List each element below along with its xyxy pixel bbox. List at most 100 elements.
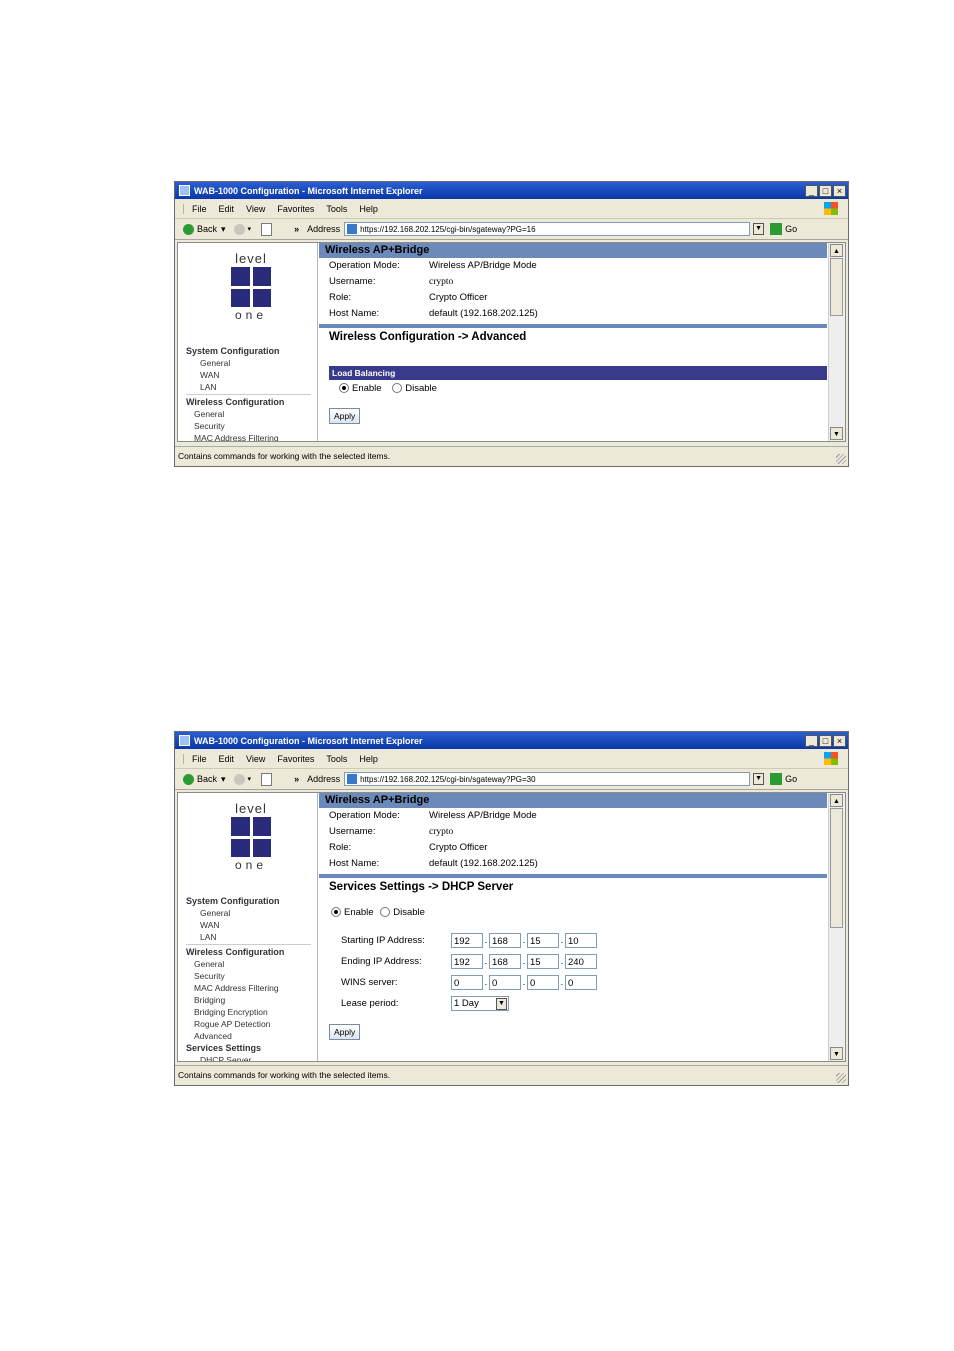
ending-ip-octet-4[interactable]: 240 — [565, 954, 597, 969]
ending-ip-octet-3[interactable]: 15 — [527, 954, 559, 969]
starting-ip-octet-2[interactable]: 168 — [489, 933, 521, 948]
nav-system-general[interactable]: General — [186, 357, 311, 369]
nav-wireless-configuration[interactable]: Wireless Configuration — [186, 946, 311, 958]
address-field[interactable]: https://192.168.202.125/cgi-bin/sgateway… — [344, 222, 751, 236]
info-key: Username: — [329, 826, 376, 837]
chevron-down-icon[interactable]: ▼ — [496, 997, 507, 1010]
wins-octet-2[interactable]: 0 — [489, 975, 521, 990]
menu-help[interactable]: Help — [359, 204, 378, 214]
nav-system-configuration[interactable]: System Configuration — [186, 895, 311, 907]
back-button[interactable]: Back ▾ — [183, 773, 226, 785]
levelone-logo: level one — [230, 251, 272, 322]
forward-button[interactable] — [233, 223, 245, 235]
menu-edit[interactable]: Edit — [219, 754, 235, 764]
nav-bridging[interactable]: Bridging — [186, 994, 311, 1006]
ending-ip-octet-1[interactable]: 192 — [451, 954, 483, 969]
nav-bridging-encryption[interactable]: Bridging Encryption — [186, 1006, 311, 1018]
nav-wireless-configuration[interactable]: Wireless Configuration — [186, 396, 311, 408]
scroll-up-icon[interactable]: ▲ — [830, 794, 843, 807]
maximize-button[interactable]: □ — [819, 734, 832, 747]
wins-octet-1[interactable]: 0 — [451, 975, 483, 990]
wins-octet-4[interactable]: 0 — [565, 975, 597, 990]
nav-mac-address-filtering[interactable]: MAC Address Filtering — [186, 982, 311, 994]
browser-window-dhcp: WAB-1000 Configuration - Microsoft Inter… — [174, 731, 849, 1086]
info-row: Role: Crypto Officer — [319, 840, 827, 856]
go-arrow-icon[interactable] — [770, 223, 783, 235]
nav-security[interactable]: Security — [186, 420, 311, 432]
apply-button[interactable]: Apply — [329, 408, 361, 424]
nav-security[interactable]: Security — [186, 970, 311, 982]
enable-radio[interactable] — [331, 907, 341, 918]
menu-favorites[interactable]: Favorites — [277, 204, 314, 214]
nav-advanced[interactable]: Advanced — [186, 1030, 311, 1042]
nav-mac-address-filtering[interactable]: MAC Address Filtering — [186, 432, 311, 441]
enable-radio[interactable] — [339, 383, 349, 394]
scroll-down-icon[interactable]: ▼ — [830, 427, 843, 440]
menu-tools[interactable]: Tools — [326, 754, 347, 764]
vertical-scrollbar[interactable]: ▲ ▼ — [828, 243, 845, 441]
resize-grip-icon[interactable] — [836, 454, 846, 464]
go-button[interactable]: Go — [785, 224, 797, 234]
menu-tools[interactable]: Tools — [326, 204, 347, 214]
info-key: Host Name: — [329, 308, 380, 319]
apply-button[interactable]: Apply — [329, 1024, 361, 1040]
address-field[interactable]: https://192.168.202.125/cgi-bin/sgateway… — [344, 772, 751, 786]
info-key: Role: — [329, 292, 352, 303]
menu-view[interactable]: View — [246, 204, 265, 214]
address-dropdown-icon[interactable]: ▼ — [753, 223, 765, 235]
nav-system-general[interactable]: General — [186, 907, 311, 919]
toolbar-chevron-icon[interactable]: » — [294, 774, 299, 784]
menu-bar: File Edit View Favorites Tools Help — [175, 199, 848, 219]
scroll-down-icon[interactable]: ▼ — [830, 1047, 843, 1060]
starting-ip-octet-3[interactable]: 15 — [527, 933, 559, 948]
sidebar: level one System Configuration General W… — [178, 243, 318, 441]
nav-dhcp-server[interactable]: DHCP Server — [186, 1054, 311, 1061]
ie-icon — [179, 185, 190, 196]
menu-view[interactable]: View — [246, 754, 265, 764]
nav-lan[interactable]: LAN — [186, 381, 311, 393]
stop-icon[interactable] — [261, 222, 273, 236]
nav-wan[interactable]: WAN — [186, 369, 311, 381]
nav-rogue-ap-detection[interactable]: Rogue AP Detection — [186, 1018, 311, 1030]
close-button[interactable]: × — [833, 734, 846, 747]
disable-radio[interactable] — [392, 383, 403, 394]
scroll-up-icon[interactable]: ▲ — [830, 244, 843, 257]
dhcp-form: Starting IP Address: 192. 168. 15. 10 En… — [319, 930, 827, 1014]
maximize-button[interactable]: □ — [819, 184, 832, 197]
go-button[interactable]: Go — [785, 774, 797, 784]
back-dropdown-icon[interactable]: ▾ — [221, 224, 226, 235]
nav-services-settings[interactable]: Services Settings — [186, 1042, 311, 1054]
menu-file[interactable]: File — [183, 203, 207, 214]
nav-lan[interactable]: LAN — [186, 931, 311, 943]
menu-favorites[interactable]: Favorites — [277, 754, 314, 764]
address-dropdown-icon[interactable]: ▼ — [753, 773, 765, 785]
scroll-thumb[interactable] — [830, 808, 843, 928]
forward-button[interactable] — [233, 773, 245, 785]
back-button[interactable]: Back ▾ — [183, 223, 226, 235]
disable-radio[interactable] — [380, 907, 391, 918]
scroll-thumb[interactable] — [830, 258, 843, 316]
go-arrow-icon[interactable] — [770, 773, 783, 785]
forward-dropdown-icon[interactable]: ▾ — [248, 225, 252, 233]
toolbar-chevron-icon[interactable]: » — [294, 224, 299, 234]
nav-wan[interactable]: WAN — [186, 919, 311, 931]
resize-grip-icon[interactable] — [836, 1073, 846, 1083]
ending-ip-octet-2[interactable]: 168 — [489, 954, 521, 969]
nav-system-configuration[interactable]: System Configuration — [186, 345, 311, 357]
nav-wireless-general[interactable]: General — [186, 958, 311, 970]
minimize-button[interactable]: _ — [805, 734, 818, 747]
forward-dropdown-icon[interactable]: ▾ — [248, 775, 252, 783]
minimize-button[interactable]: _ — [805, 184, 818, 197]
nav-wireless-general[interactable]: General — [186, 408, 311, 420]
lease-period-select[interactable]: 1 Day ▼ — [451, 996, 509, 1011]
starting-ip-octet-1[interactable]: 192 — [451, 933, 483, 948]
vertical-scrollbar[interactable]: ▲ ▼ — [828, 793, 845, 1061]
close-button[interactable]: × — [833, 184, 846, 197]
stop-icon[interactable] — [261, 772, 273, 786]
menu-help[interactable]: Help — [359, 754, 378, 764]
wins-octet-3[interactable]: 0 — [527, 975, 559, 990]
menu-edit[interactable]: Edit — [219, 204, 235, 214]
back-dropdown-icon[interactable]: ▾ — [221, 774, 226, 785]
menu-file[interactable]: File — [183, 753, 207, 764]
starting-ip-octet-4[interactable]: 10 — [565, 933, 597, 948]
